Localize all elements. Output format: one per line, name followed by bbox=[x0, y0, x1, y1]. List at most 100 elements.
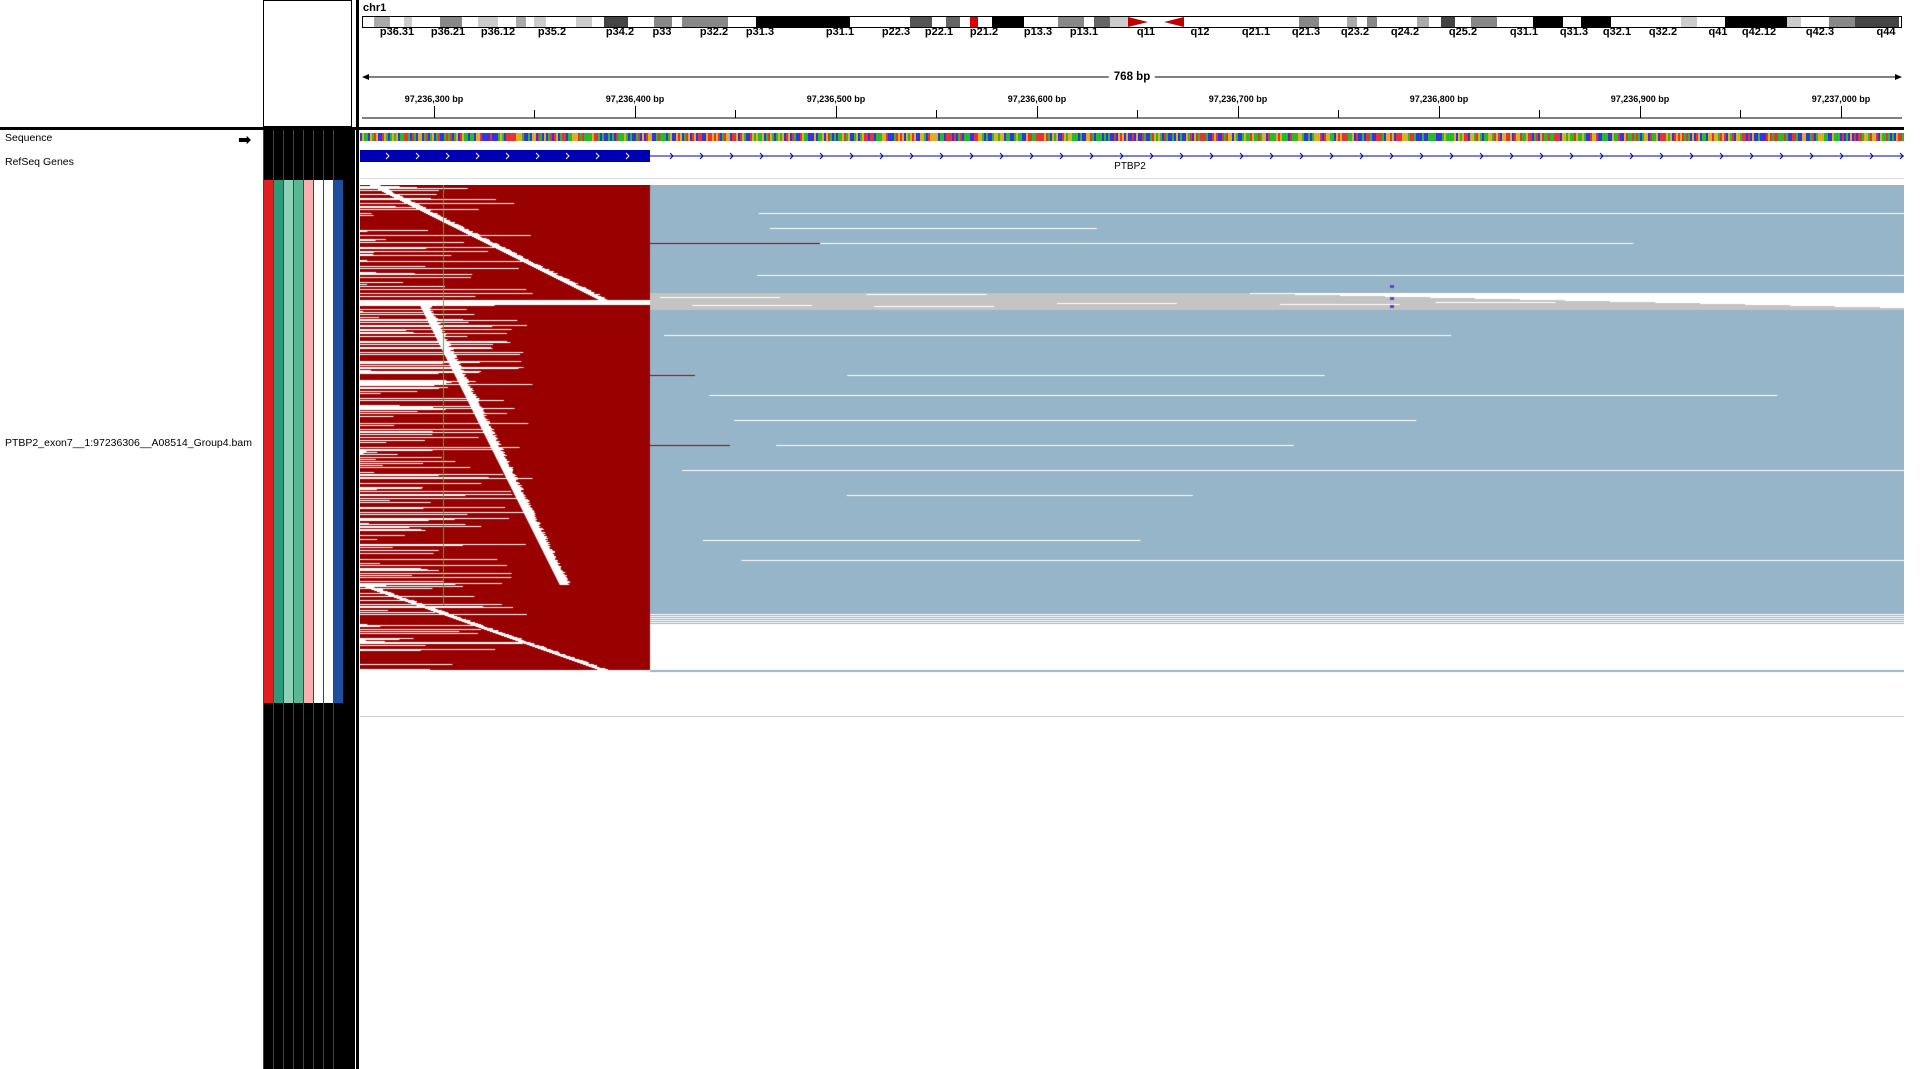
base-mark bbox=[1820, 133, 1822, 141]
base-mark bbox=[1892, 133, 1894, 141]
chromosome-label[interactable]: chr1 bbox=[363, 2, 386, 14]
base-mark bbox=[1668, 133, 1670, 141]
base-mark bbox=[506, 133, 508, 141]
base-mark bbox=[964, 133, 966, 141]
attr-cell-pink[interactable] bbox=[304, 180, 313, 703]
base-mark bbox=[1428, 133, 1430, 141]
attr-cell-teal[interactable] bbox=[274, 180, 283, 703]
minor-tick bbox=[1338, 110, 1339, 118]
base-mark bbox=[1534, 133, 1536, 141]
attr-cell-green[interactable] bbox=[294, 180, 303, 703]
base-mark bbox=[792, 133, 794, 141]
base-mark bbox=[410, 133, 412, 141]
base-mark bbox=[1566, 133, 1568, 141]
base-mark bbox=[750, 133, 752, 141]
base-mark bbox=[1062, 133, 1064, 141]
attr-cell-white-1[interactable] bbox=[314, 180, 323, 703]
base-mark bbox=[448, 133, 450, 141]
base-mark bbox=[1144, 133, 1146, 141]
attribute-columns[interactable] bbox=[263, 127, 355, 1069]
base-mark bbox=[1270, 133, 1272, 141]
base-mark bbox=[510, 133, 512, 141]
exon-block[interactable] bbox=[360, 150, 650, 162]
band-label: p36.21 bbox=[430, 26, 466, 38]
base-mark bbox=[1292, 133, 1294, 141]
base-mark bbox=[1780, 133, 1782, 141]
base-mark bbox=[1458, 133, 1460, 141]
base-mark bbox=[660, 133, 662, 141]
base-mark bbox=[414, 133, 416, 141]
tick-label: 97,236,800 bp bbox=[1409, 94, 1469, 104]
base-mark bbox=[1734, 133, 1736, 141]
base-mark bbox=[1276, 133, 1278, 141]
base-mark bbox=[594, 133, 596, 141]
base-mark bbox=[1796, 133, 1798, 141]
attr-cell-white-2[interactable] bbox=[324, 180, 333, 703]
base-mark bbox=[880, 133, 882, 141]
base-mark bbox=[614, 133, 616, 141]
base-mark bbox=[1470, 133, 1472, 141]
minor-tick bbox=[936, 110, 937, 118]
base-mark bbox=[1760, 133, 1762, 141]
refseq-gene-track[interactable]: PTBP2 bbox=[360, 150, 1904, 172]
base-mark bbox=[954, 133, 956, 141]
base-mark bbox=[1748, 133, 1750, 141]
base-mark bbox=[1650, 133, 1652, 141]
base-mark bbox=[806, 133, 808, 141]
base-mark bbox=[1100, 133, 1102, 141]
base-mark bbox=[944, 133, 946, 141]
base-mark bbox=[1894, 133, 1896, 141]
base-mark bbox=[1802, 133, 1804, 141]
base-mark bbox=[680, 133, 682, 141]
band-label: p22.3 bbox=[881, 26, 911, 38]
base-mark bbox=[546, 133, 548, 141]
base-mark bbox=[1296, 133, 1298, 141]
base-mark bbox=[438, 133, 440, 141]
base-mark bbox=[480, 133, 482, 141]
base-mark bbox=[500, 133, 502, 141]
tick-label: 97,236,900 bp bbox=[1610, 94, 1670, 104]
sequence-track-label[interactable]: Sequence bbox=[5, 132, 52, 144]
base-mark bbox=[924, 133, 926, 141]
base-mark bbox=[1876, 133, 1878, 141]
base-mark bbox=[586, 133, 588, 141]
attr-cell-mint[interactable] bbox=[284, 180, 293, 703]
base-mark bbox=[702, 133, 704, 141]
base-mark bbox=[1064, 133, 1066, 141]
bam-track-label[interactable]: PTBP2_exon7__1:97236306__A08514_Group4.b… bbox=[5, 437, 252, 449]
base-mark bbox=[1564, 133, 1566, 141]
base-mark bbox=[400, 133, 402, 141]
base-mark bbox=[974, 133, 976, 141]
base-mark bbox=[972, 133, 974, 141]
band-label: p32.2 bbox=[699, 26, 729, 38]
base-mark bbox=[904, 133, 906, 141]
base-mark bbox=[1596, 133, 1598, 141]
attr-cell-red[interactable] bbox=[264, 180, 273, 703]
attr-cell-blue[interactable] bbox=[334, 180, 343, 703]
major-tick bbox=[1841, 106, 1842, 118]
base-mark bbox=[768, 133, 770, 141]
base-mark bbox=[1702, 133, 1704, 141]
base-mark bbox=[1866, 133, 1868, 141]
base-mark bbox=[486, 133, 488, 141]
coordinate-ruler[interactable]: 768 bp 97,236,300 bp 97,236,400 bp 97,236,… bbox=[362, 60, 1902, 122]
base-mark bbox=[1052, 133, 1054, 141]
band-label: p33 bbox=[652, 26, 672, 38]
base-mark bbox=[1348, 133, 1350, 141]
base-mark bbox=[1036, 133, 1038, 141]
base-mark bbox=[1354, 133, 1356, 141]
base-mark bbox=[1088, 133, 1090, 141]
base-mark bbox=[526, 133, 528, 141]
band-label: q21.3 bbox=[1291, 26, 1321, 38]
base-mark bbox=[882, 133, 884, 141]
base-mark bbox=[716, 133, 718, 141]
genes-track-label[interactable]: RefSeq Genes bbox=[5, 156, 74, 168]
strand-arrow-icon[interactable]: ➡ bbox=[238, 130, 251, 150]
alignment-reads[interactable] bbox=[360, 185, 1904, 685]
base-mark bbox=[666, 133, 668, 141]
base-mark bbox=[1030, 133, 1032, 141]
base-mark bbox=[1406, 133, 1408, 141]
base-mark bbox=[1762, 133, 1764, 141]
base-mark bbox=[372, 133, 374, 141]
sequence-track[interactable] bbox=[360, 133, 1904, 141]
